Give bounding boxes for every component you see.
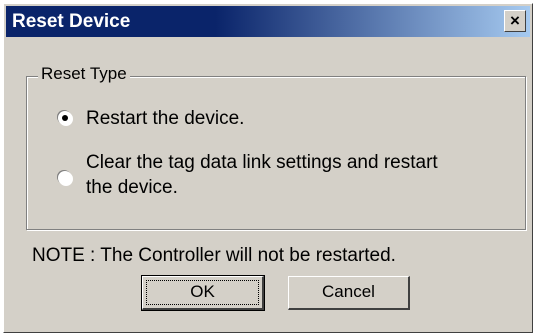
reset-device-dialog: Reset Device × Reset Type Restart the de… xyxy=(3,3,533,333)
cancel-button[interactable]: Cancel xyxy=(288,276,410,310)
note-text: NOTE : The Controller will not be restar… xyxy=(32,245,396,266)
close-icon: × xyxy=(510,11,520,30)
title-bar[interactable]: Reset Device × xyxy=(6,6,530,37)
dialog-title: Reset Device xyxy=(12,11,131,32)
clear-and-restart-label[interactable]: Clear the tag data link settings and res… xyxy=(86,150,438,200)
clear-and-restart-radio[interactable] xyxy=(58,171,72,185)
reset-type-legend: Reset Type xyxy=(38,64,130,84)
clear-and-restart-label-line1: Clear the tag data link settings and res… xyxy=(86,152,438,173)
restart-device-radio[interactable] xyxy=(58,111,72,125)
restart-device-label[interactable]: Restart the device. xyxy=(86,106,244,131)
cancel-button-label: Cancel xyxy=(322,282,375,301)
radio-selected-dot xyxy=(62,115,68,121)
ok-button[interactable]: OK xyxy=(141,275,265,311)
close-button[interactable]: × xyxy=(504,10,526,32)
clear-and-restart-label-line2: the device. xyxy=(86,177,178,198)
focus-rectangle xyxy=(146,280,259,305)
